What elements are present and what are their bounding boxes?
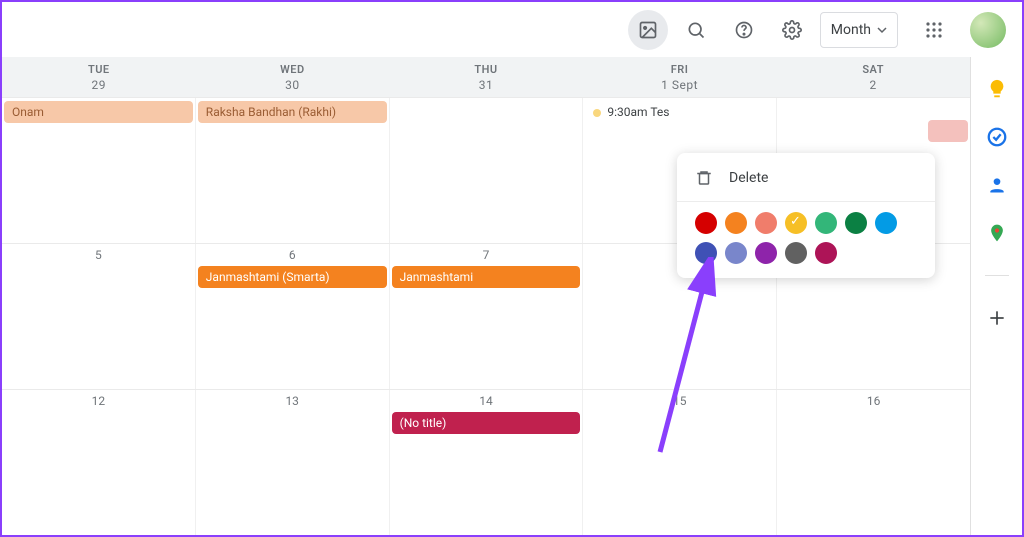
keep-icon[interactable]: [985, 77, 1009, 101]
day-cell[interactable]: 6 Janmashtami (Smarta): [196, 244, 390, 389]
color-swatch[interactable]: [875, 212, 897, 234]
day-number: 16: [777, 394, 970, 408]
color-swatch[interactable]: [695, 242, 717, 264]
day-header: SAT2: [776, 57, 970, 97]
event-chip[interactable]: Onam: [4, 101, 193, 123]
calendar-grid: TUE29WED30THU31FRI1 SeptSAT2 OnamRaksha …: [2, 57, 970, 535]
color-swatch[interactable]: [815, 212, 837, 234]
day-number: 5: [2, 248, 195, 262]
day-cell[interactable]: Onam: [2, 98, 196, 243]
day-number: 12: [2, 394, 195, 408]
day-cell[interactable]: 13: [196, 390, 390, 535]
settings-gear-icon[interactable]: [772, 10, 812, 50]
view-selector[interactable]: Month: [820, 12, 898, 48]
day-cell[interactable]: [390, 98, 584, 243]
day-header: TUE29: [2, 57, 196, 97]
event-chip[interactable]: Raksha Bandhan (Rakhi): [198, 101, 387, 123]
color-swatch[interactable]: [725, 212, 747, 234]
color-swatch[interactable]: [725, 242, 747, 264]
add-addon-icon[interactable]: [985, 306, 1009, 330]
day-number: 13: [196, 394, 389, 408]
day-cell[interactable]: 5: [2, 244, 196, 389]
view-selector-label: Month: [831, 22, 871, 38]
day-cell[interactable]: 12: [2, 390, 196, 535]
day-header: FRI1 Sept: [583, 57, 777, 97]
color-swatch[interactable]: [755, 242, 777, 264]
color-swatch[interactable]: [695, 212, 717, 234]
event-chip[interactable]: 9:30am Tes: [585, 101, 774, 123]
color-swatch[interactable]: [815, 242, 837, 264]
day-number: 14: [390, 394, 583, 408]
color-swatch[interactable]: [755, 212, 777, 234]
side-panel: [970, 57, 1022, 535]
top-header: Month: [2, 2, 1022, 57]
day-cell[interactable]: 16: [777, 390, 970, 535]
maps-icon[interactable]: [985, 221, 1009, 245]
day-cell[interactable]: 14 (No title): [390, 390, 584, 535]
help-icon[interactable]: [724, 10, 764, 50]
image-upload-icon[interactable]: [628, 10, 668, 50]
color-swatch[interactable]: [785, 242, 807, 264]
color-swatch-grid: [677, 212, 935, 264]
delete-label: Delete: [729, 170, 768, 186]
event-chip[interactable]: (No title): [392, 412, 581, 434]
event-chip[interactable]: [928, 120, 968, 142]
day-cell[interactable]: 15: [583, 390, 777, 535]
event-chip[interactable]: Janmashtami (Smarta): [198, 266, 387, 288]
day-cell[interactable]: Raksha Bandhan (Rakhi): [196, 98, 390, 243]
tasks-icon[interactable]: [985, 125, 1009, 149]
color-swatch[interactable]: [785, 212, 807, 234]
search-icon[interactable]: [676, 10, 716, 50]
trash-icon: [695, 169, 713, 187]
apps-grid-icon[interactable]: [914, 10, 954, 50]
chevron-down-icon: [877, 25, 887, 35]
day-header: WED30: [196, 57, 390, 97]
event-color-popover: Delete: [677, 153, 935, 278]
day-number: 7: [390, 248, 583, 262]
avatar[interactable]: [970, 12, 1006, 48]
event-chip[interactable]: Janmashtami: [392, 266, 581, 288]
day-cell[interactable]: 7 Janmashtami: [390, 244, 584, 389]
color-swatch[interactable]: [845, 212, 867, 234]
day-header: THU31: [389, 57, 583, 97]
delete-button[interactable]: Delete: [677, 161, 935, 195]
day-number: 6: [196, 248, 389, 262]
contacts-icon[interactable]: [985, 173, 1009, 197]
day-number: 15: [583, 394, 776, 408]
